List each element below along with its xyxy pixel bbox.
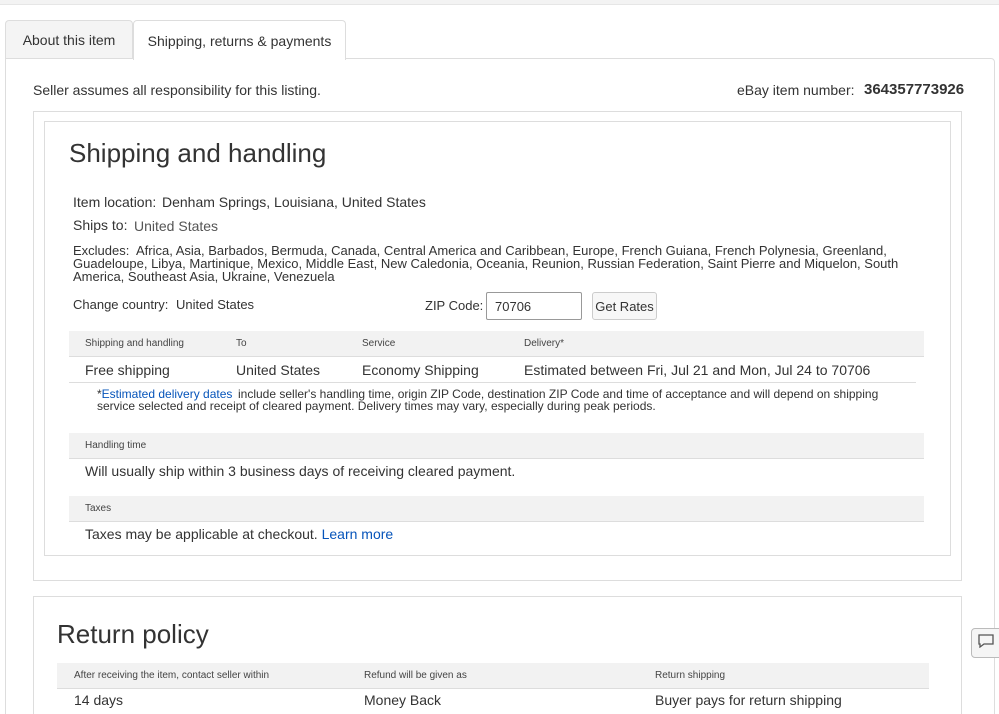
shipping-section-title: Shipping and handling <box>69 138 327 168</box>
country-select[interactable]: United States <box>176 297 254 312</box>
return-header-return-shipping: Return shipping <box>655 670 726 681</box>
taxes-text-body: Taxes may be applicable at checkout. <box>85 526 318 542</box>
handling-time-header-bar <box>69 433 924 459</box>
shipping-cost: Free shipping <box>85 362 170 378</box>
tab-shipping-returns-payments[interactable]: Shipping, returns & payments <box>133 20 346 60</box>
return-window-value: 14 days <box>74 692 124 708</box>
top-strip <box>0 0 999 5</box>
feedback-button[interactable] <box>971 628 999 658</box>
return-header-refund-type: Refund will be given as <box>364 670 467 681</box>
item-number-label: eBay item number: <box>737 82 855 98</box>
taxes-header-bar <box>69 496 924 522</box>
taxes-text: Taxes may be applicable at checkout. Lea… <box>85 526 393 542</box>
header-to: To <box>236 338 247 349</box>
seller-responsibility-note: Seller assumes all responsibility for th… <box>33 82 321 98</box>
learn-more-link[interactable]: Learn more <box>322 526 394 542</box>
delivery-start-date: Fri, Jul 21 <box>646 362 709 378</box>
delivery-note-text-2: service selected and receipt of cleared … <box>97 399 656 413</box>
return-shipping-value: Buyer pays for return shipping <box>655 692 842 708</box>
taxes-header: Taxes <box>85 503 112 514</box>
get-rates-button[interactable]: Get Rates <box>592 292 657 320</box>
shipping-service: Economy Shipping <box>362 362 479 378</box>
excludes-line-3: America, Southeast Asia, Ukraine, Venezu… <box>73 269 335 284</box>
ships-to-value: United States <box>134 218 219 234</box>
delivery-estimate: Estimated between Fri, Jul 21 and Mon, J… <box>524 362 870 378</box>
header-shipping-and-handling: Shipping and handling <box>85 338 184 349</box>
row-divider <box>69 382 916 383</box>
delivery-zip: to 70706 <box>815 362 871 378</box>
refund-type-value: Money Back <box>364 692 442 708</box>
item-location-value: Denham Springs, Louisiana, United States <box>162 194 426 210</box>
handling-time-header: Handling time <box>85 440 147 451</box>
shipping-table-header <box>69 331 924 357</box>
delivery-and: and <box>712 362 736 378</box>
header-service: Service <box>362 338 396 349</box>
tab-about-this-item[interactable]: About this item <box>5 20 133 59</box>
feedback-icon <box>978 633 994 653</box>
zip-code-label: ZIP Code: <box>425 298 484 313</box>
tab-bar: About this item Shipping, returns & paym… <box>5 20 346 60</box>
return-header-contact-within: After receiving the item, contact seller… <box>74 670 270 681</box>
change-country-label: Change country: <box>73 297 169 312</box>
handling-time-text: Will usually ship within 3 business days… <box>85 463 516 479</box>
item-number-value: 364357773926 <box>864 81 965 98</box>
delivery-prefix: Estimated between <box>524 362 644 378</box>
shipping-destination: United States <box>236 362 321 378</box>
ships-to-label: Ships to: <box>73 217 128 233</box>
return-policy-title: Return policy <box>57 619 209 649</box>
item-location-label: Item location: <box>73 194 157 210</box>
header-delivery: Delivery* <box>524 338 565 349</box>
delivery-end-date: Mon, Jul 24 <box>739 362 812 378</box>
zip-code-input[interactable] <box>486 292 582 320</box>
